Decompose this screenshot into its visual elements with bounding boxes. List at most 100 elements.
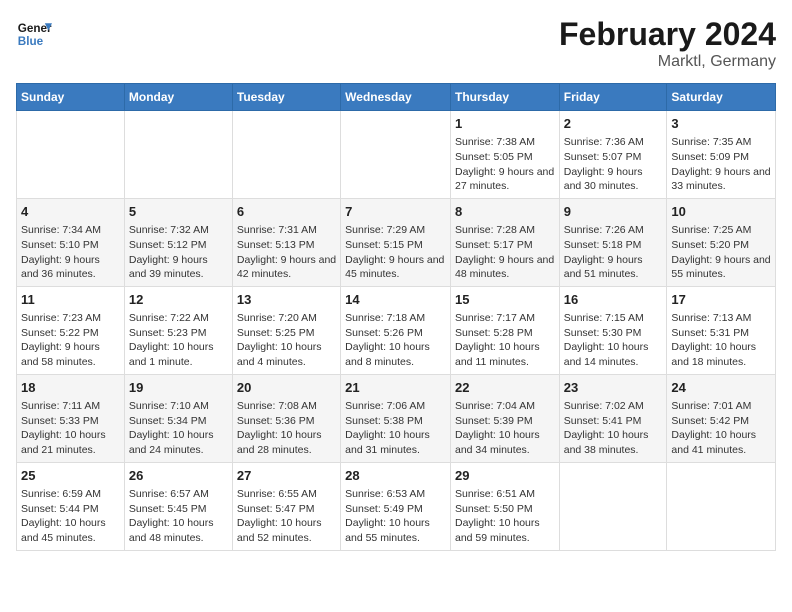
day-number: 18 <box>21 379 120 397</box>
day-number: 15 <box>455 291 555 309</box>
calendar-cell: 23 Sunrise: 7:02 AM Sunset: 5:41 PM Dayli… <box>559 374 667 462</box>
day-number: 24 <box>671 379 771 397</box>
day-info: Sunrise: 7:29 AM Sunset: 5:15 PM Dayligh… <box>345 223 446 282</box>
calendar-cell <box>17 111 125 199</box>
calendar-week-1: 1 Sunrise: 7:38 AM Sunset: 5:05 PM Daylig… <box>17 111 776 199</box>
calendar-week-4: 18 Sunrise: 7:11 AM Sunset: 5:33 PM Dayli… <box>17 374 776 462</box>
day-info: Sunrise: 7:17 AM Sunset: 5:28 PM Dayligh… <box>455 311 555 370</box>
header-day-friday: Friday <box>559 84 667 111</box>
day-number: 3 <box>671 115 771 133</box>
header-day-sunday: Sunday <box>17 84 125 111</box>
calendar-cell: 3 Sunrise: 7:35 AM Sunset: 5:09 PM Daylig… <box>667 111 776 199</box>
day-number: 7 <box>345 203 446 221</box>
day-info: Sunrise: 7:28 AM Sunset: 5:17 PM Dayligh… <box>455 223 555 282</box>
calendar-cell: 18 Sunrise: 7:11 AM Sunset: 5:33 PM Dayli… <box>17 374 125 462</box>
day-number: 26 <box>129 467 228 485</box>
calendar-table: SundayMondayTuesdayWednesdayThursdayFrid… <box>16 83 776 551</box>
calendar-cell <box>341 111 451 199</box>
calendar-cell <box>667 462 776 550</box>
day-info: Sunrise: 7:08 AM Sunset: 5:36 PM Dayligh… <box>237 399 336 458</box>
header-day-wednesday: Wednesday <box>341 84 451 111</box>
header-day-saturday: Saturday <box>667 84 776 111</box>
day-info: Sunrise: 6:51 AM Sunset: 5:50 PM Dayligh… <box>455 487 555 546</box>
day-number: 1 <box>455 115 555 133</box>
day-number: 21 <box>345 379 446 397</box>
calendar-cell: 9Sunrise: 7:26 AM Sunset: 5:18 PM Daylig… <box>559 198 667 286</box>
day-info: Sunrise: 7:18 AM Sunset: 5:26 PM Dayligh… <box>345 311 446 370</box>
day-number: 28 <box>345 467 446 485</box>
day-number: 25 <box>21 467 120 485</box>
day-number: 19 <box>129 379 228 397</box>
day-number: 29 <box>455 467 555 485</box>
day-number: 14 <box>345 291 446 309</box>
calendar-cell: 15 Sunrise: 7:17 AM Sunset: 5:28 PM Dayli… <box>450 286 559 374</box>
day-info: Sunrise: 7:23 AM Sunset: 5:22 PM Dayligh… <box>21 311 120 370</box>
calendar-cell <box>124 111 232 199</box>
day-info: Sunrise: 7:20 AM Sunset: 5:25 PM Dayligh… <box>237 311 336 370</box>
header-row: SundayMondayTuesdayWednesdayThursdayFrid… <box>17 84 776 111</box>
calendar-cell: 17 Sunrise: 7:13 AM Sunset: 5:31 PM Dayli… <box>667 286 776 374</box>
day-info: Sunrise: 6:55 AM Sunset: 5:47 PM Dayligh… <box>237 487 336 546</box>
header-day-monday: Monday <box>124 84 232 111</box>
day-info: Sunrise: 7:11 AM Sunset: 5:33 PM Dayligh… <box>21 399 120 458</box>
svg-text:Blue: Blue <box>18 35 44 48</box>
day-info: Sunrise: 7:02 AM Sunset: 5:41 PM Dayligh… <box>564 399 663 458</box>
day-number: 17 <box>671 291 771 309</box>
day-number: 23 <box>564 379 663 397</box>
day-number: 6 <box>237 203 336 221</box>
day-number: 2 <box>564 115 663 133</box>
day-info: Sunrise: 7:34 AM Sunset: 5:10 PM Dayligh… <box>21 223 120 282</box>
logo: General Blue <box>16 16 52 52</box>
calendar-cell: 19 Sunrise: 7:10 AM Sunset: 5:34 PM Dayli… <box>124 374 232 462</box>
day-info: Sunrise: 7:13 AM Sunset: 5:31 PM Dayligh… <box>671 311 771 370</box>
day-info: Sunrise: 7:26 AM Sunset: 5:18 PM Dayligh… <box>564 223 663 282</box>
calendar-cell: 12 Sunrise: 7:22 AM Sunset: 5:23 PM Dayli… <box>124 286 232 374</box>
day-info: Sunrise: 7:32 AM Sunset: 5:12 PM Dayligh… <box>129 223 228 282</box>
day-info: Sunrise: 7:15 AM Sunset: 5:30 PM Dayligh… <box>564 311 663 370</box>
calendar-cell: 14 Sunrise: 7:18 AM Sunset: 5:26 PM Dayli… <box>341 286 451 374</box>
calendar-cell: 24 Sunrise: 7:01 AM Sunset: 5:42 PM Dayli… <box>667 374 776 462</box>
day-info: Sunrise: 7:06 AM Sunset: 5:38 PM Dayligh… <box>345 399 446 458</box>
day-number: 10 <box>671 203 771 221</box>
day-info: Sunrise: 7:31 AM Sunset: 5:13 PM Dayligh… <box>237 223 336 282</box>
calendar-cell: 28Sunrise: 6:53 AM Sunset: 5:49 PM Dayli… <box>341 462 451 550</box>
calendar-week-2: 4 Sunrise: 7:34 AM Sunset: 5:10 PM Daylig… <box>17 198 776 286</box>
calendar-cell: 21 Sunrise: 7:06 AM Sunset: 5:38 PM Dayli… <box>341 374 451 462</box>
calendar-cell: 13 Sunrise: 7:20 AM Sunset: 5:25 PM Dayli… <box>232 286 340 374</box>
calendar-cell: 10Sunrise: 7:25 AM Sunset: 5:20 PM Dayli… <box>667 198 776 286</box>
day-number: 13 <box>237 291 336 309</box>
calendar-cell: 6 Sunrise: 7:31 AM Sunset: 5:13 PM Daylig… <box>232 198 340 286</box>
day-info: Sunrise: 7:10 AM Sunset: 5:34 PM Dayligh… <box>129 399 228 458</box>
calendar-week-3: 11 Sunrise: 7:23 AM Sunset: 5:22 PM Dayli… <box>17 286 776 374</box>
day-number: 11 <box>21 291 120 309</box>
calendar-cell: 22 Sunrise: 7:04 AM Sunset: 5:39 PM Dayli… <box>450 374 559 462</box>
day-number: 4 <box>21 203 120 221</box>
calendar-cell <box>559 462 667 550</box>
header-day-tuesday: Tuesday <box>232 84 340 111</box>
day-info: Sunrise: 7:35 AM Sunset: 5:09 PM Dayligh… <box>671 135 771 194</box>
calendar-cell: 27 Sunrise: 6:55 AM Sunset: 5:47 PM Dayli… <box>232 462 340 550</box>
day-number: 20 <box>237 379 336 397</box>
day-info: Sunrise: 7:38 AM Sunset: 5:05 PM Dayligh… <box>455 135 555 194</box>
calendar-week-5: 25 Sunrise: 6:59 AM Sunset: 5:44 PM Dayli… <box>17 462 776 550</box>
calendar-cell: 29 Sunrise: 6:51 AM Sunset: 5:50 PM Dayli… <box>450 462 559 550</box>
day-number: 27 <box>237 467 336 485</box>
day-number: 5 <box>129 203 228 221</box>
calendar-cell: 25 Sunrise: 6:59 AM Sunset: 5:44 PM Dayli… <box>17 462 125 550</box>
day-info: Sunrise: 6:57 AM Sunset: 5:45 PM Dayligh… <box>129 487 228 546</box>
logo-icon: General Blue <box>16 16 52 52</box>
day-info: Sunrise: 7:01 AM Sunset: 5:42 PM Dayligh… <box>671 399 771 458</box>
calendar-cell: 4 Sunrise: 7:34 AM Sunset: 5:10 PM Daylig… <box>17 198 125 286</box>
day-info: Sunrise: 6:59 AM Sunset: 5:44 PM Dayligh… <box>21 487 120 546</box>
day-number: 16 <box>564 291 663 309</box>
calendar-cell: 2 Sunrise: 7:36 AM Sunset: 5:07 PM Daylig… <box>559 111 667 199</box>
day-info: Sunrise: 7:22 AM Sunset: 5:23 PM Dayligh… <box>129 311 228 370</box>
day-number: 12 <box>129 291 228 309</box>
day-info: Sunrise: 7:36 AM Sunset: 5:07 PM Dayligh… <box>564 135 663 194</box>
calendar-cell: 26 Sunrise: 6:57 AM Sunset: 5:45 PM Dayli… <box>124 462 232 550</box>
calendar-cell: 16 Sunrise: 7:15 AM Sunset: 5:30 PM Dayli… <box>559 286 667 374</box>
calendar-cell: 11 Sunrise: 7:23 AM Sunset: 5:22 PM Dayli… <box>17 286 125 374</box>
calendar-body: 1 Sunrise: 7:38 AM Sunset: 5:05 PM Daylig… <box>17 111 776 551</box>
day-info: Sunrise: 7:04 AM Sunset: 5:39 PM Dayligh… <box>455 399 555 458</box>
day-number: 22 <box>455 379 555 397</box>
